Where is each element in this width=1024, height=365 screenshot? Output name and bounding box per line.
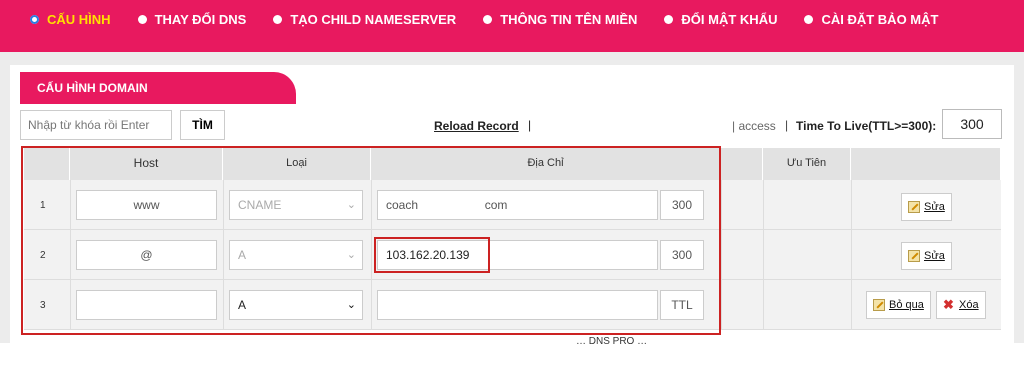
column-divider [371,180,372,330]
nav-item-thay-doi-dns[interactable]: THAY ĐỔI DNS [137,12,247,27]
edit-icon [908,250,920,262]
footer-text: … DNS PRO … [576,336,648,347]
column-divider [223,180,224,330]
search-input[interactable] [20,110,172,140]
table-header-priority: Ưu Tiên [763,148,851,180]
skip-button-label: Bỏ qua [889,299,924,311]
radio-dot-icon [664,15,674,24]
edit-icon [908,201,920,213]
nav-item-thong-tin-ten-mien[interactable]: THÔNG TIN TÊN MIỀN [483,12,637,27]
nav-item-label: CẤU HÌNH [47,12,111,27]
top-nav-bar: CẤU HÌNH THAY ĐỔI DNS TẠO CHILD NAMESERV… [0,0,1024,52]
type-select-value: A [238,298,247,312]
nav-item-cau-hinh[interactable]: CẤU HÌNH [30,12,111,27]
search-button[interactable]: TÌM [180,110,225,140]
radio-dot-icon [137,15,147,24]
radio-dot-icon [804,15,814,24]
address-input[interactable] [377,290,658,320]
close-x-icon: ✖ [943,297,954,312]
column-divider [721,180,722,330]
edit-icon [873,299,885,311]
table-header-address: Địa Chỉ [371,148,721,180]
host-input[interactable] [76,290,217,320]
nav-item-label: THAY ĐỔI DNS [154,12,247,27]
section-title: CẤU HÌNH DOMAIN [20,72,296,104]
row-number: 1 [40,200,46,211]
type-select[interactable]: A ⌄ [229,290,363,320]
ttl-label: Time To Live(TTL>=300): [796,119,937,133]
type-select-value: CNAME [238,198,282,212]
radio-dot-icon [30,15,39,24]
chevron-down-icon: ⌄ [346,249,356,261]
reload-record-link[interactable]: Reload Record [434,119,519,133]
ttl-input[interactable]: 300 [942,109,1002,139]
row-number: 3 [40,300,46,311]
nav-item-label: TẠO CHILD NAMESERVER [290,12,457,27]
nav-item-label: THÔNG TIN TÊN MIỀN [500,12,638,27]
chevron-down-icon: ⌄ [346,199,356,211]
address-input[interactable]: 103.162.20.139 [377,240,658,270]
nav-item-label: ĐỔI MẬT KHẨU [681,12,778,27]
nav-item-cai-dat-bao-mat[interactable]: CÀI ĐẶT BẢO MẬT [804,12,938,27]
skip-button[interactable]: Bỏ qua [866,291,931,319]
ttl-field[interactable]: 300 [660,240,704,270]
nav-item-label: CÀI ĐẶT BẢO MẬT [821,12,939,27]
radio-dot-icon [483,15,493,24]
nav-item-doi-mat-khau[interactable]: ĐỔI MẬT KHẨU [664,12,777,27]
ttl-field[interactable]: TTL [660,290,704,320]
type-select[interactable]: CNAME ⌄ [229,190,363,220]
ttl-field[interactable]: 300 [660,190,704,220]
edit-button[interactable]: Sửa [901,242,952,270]
edit-button-label: Sửa [924,250,945,262]
table-header-type: Loại [223,148,371,180]
delete-button[interactable]: ✖ Xóa [936,291,986,319]
table-header-extra [721,148,763,180]
table-header-num [24,148,70,180]
access-text: | access [732,119,776,133]
type-select[interactable]: A ⌄ [229,240,363,270]
column-divider [851,180,852,330]
host-input[interactable]: www [76,190,217,220]
address-input[interactable]: coach com [377,190,658,220]
ttl-separator: | [785,118,789,132]
edit-button[interactable]: Sửa [901,193,952,221]
type-select-value: A [238,248,247,262]
delete-button-label: Xóa [959,299,979,311]
column-divider [70,180,71,330]
table-header-host: Host [70,148,223,180]
row-number: 2 [40,250,46,261]
edit-button-label: Sửa [924,201,945,213]
radio-dot-icon [273,15,283,24]
main-nav: CẤU HÌNH THAY ĐỔI DNS TẠO CHILD NAMESERV… [0,12,965,27]
column-divider [763,180,764,330]
chevron-down-icon: ⌄ [346,299,356,311]
host-input[interactable]: @ [76,240,217,270]
reload-separator: | [528,118,532,132]
nav-item-child-nameserver[interactable]: TẠO CHILD NAMESERVER [273,12,456,27]
table-header-actions [851,148,1001,180]
